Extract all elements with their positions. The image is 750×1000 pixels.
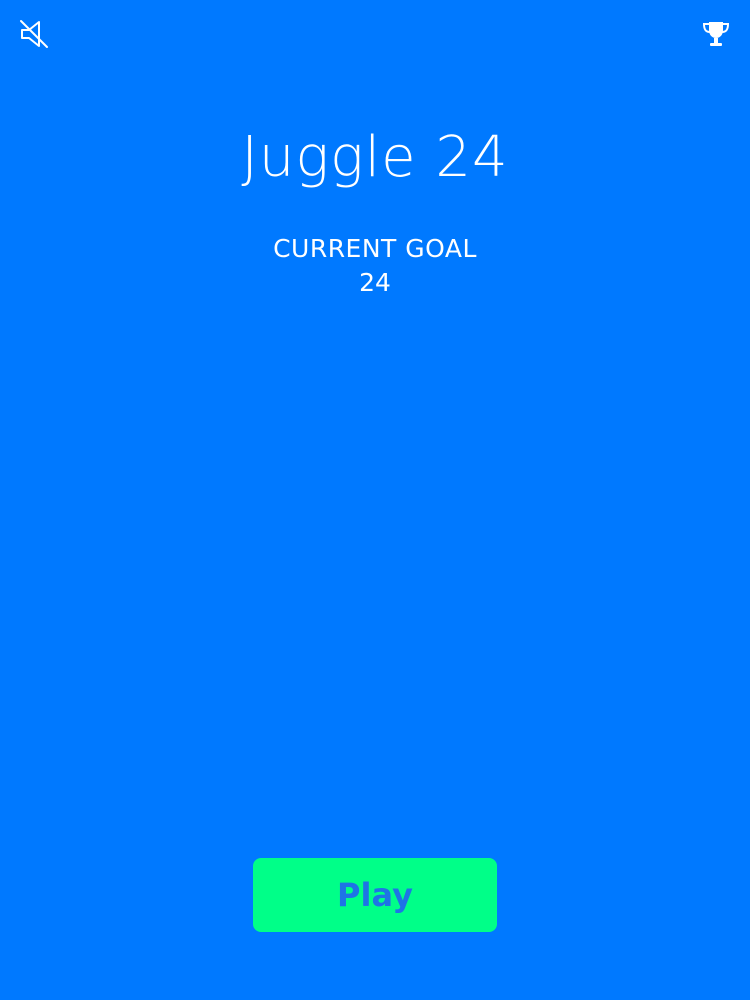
game-start-screen: Juggle 24 CURRENT GOAL 24 Play xyxy=(0,0,750,1000)
current-goal-label: CURRENT GOAL xyxy=(273,234,477,263)
game-title: Juggle 24 xyxy=(241,125,509,190)
current-goal-value: 24 xyxy=(359,268,391,297)
sound-muted-icon xyxy=(17,17,51,51)
sound-toggle-button[interactable] xyxy=(14,14,54,54)
trophy-icon xyxy=(700,18,732,50)
leaderboard-button[interactable] xyxy=(696,14,736,54)
play-button[interactable]: Play xyxy=(253,858,497,932)
